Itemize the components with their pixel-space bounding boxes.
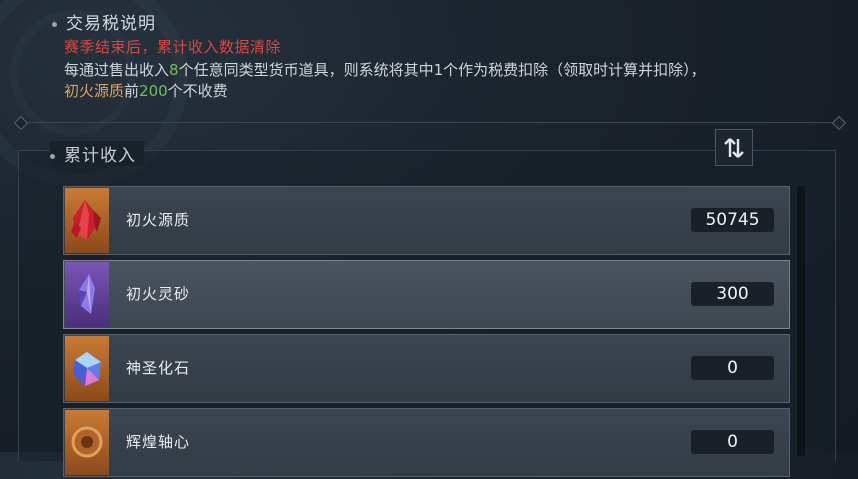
section-divider — [20, 122, 838, 123]
sort-toggle-button[interactable] — [715, 129, 753, 166]
exempt-count-number: 200 — [139, 82, 168, 100]
item-icon-frame — [65, 188, 109, 253]
item-income-value: 300 — [691, 282, 774, 306]
exempt-item-name: 初火源质 — [64, 82, 125, 100]
item-icon-frame — [65, 336, 109, 401]
purple-crystal-icon — [79, 274, 95, 314]
swap-arrows-icon — [724, 137, 744, 158]
item-icon-frame — [65, 410, 109, 475]
income-row-holy-fossil[interactable]: 神圣化石 0 — [63, 334, 790, 403]
income-row-initial-fire-sand[interactable]: 初火灵砂 300 — [63, 260, 790, 329]
bronze-axis-icon — [71, 426, 103, 458]
income-section-title: 累计收入 — [50, 141, 144, 166]
season-reset-warning: 赛季结束后，累计收入数据清除 — [64, 38, 282, 56]
income-row-glorious-axis[interactable]: 辉煌轴心 0 — [63, 408, 790, 477]
tax-rate-number: 8 — [169, 61, 179, 79]
tax-explanation-title: 交易税说明 — [52, 9, 156, 34]
red-crystal-icon — [71, 200, 101, 240]
divider-right-diamond-icon — [831, 115, 847, 131]
prism-stone-icon — [73, 352, 101, 386]
item-name: 神圣化石 — [126, 359, 191, 377]
item-income-value: 0 — [691, 430, 774, 454]
item-icon-frame — [65, 262, 109, 327]
item-name: 初火灵砂 — [126, 285, 191, 303]
item-name: 初火源质 — [126, 211, 191, 229]
item-income-value: 50745 — [691, 208, 774, 232]
tax-description: 每通过售出收入8个任意同类型货币道具，则系统将其中1个作为税费扣除（领取时计算并… — [64, 61, 706, 100]
item-income-value: 0 — [691, 356, 774, 380]
item-name: 辉煌轴心 — [126, 433, 191, 451]
income-row-initial-fire-essence[interactable]: 初火源质 50745 — [63, 186, 790, 255]
bullet-icon — [52, 21, 57, 27]
bullet-icon — [50, 153, 55, 159]
list-scrollbar[interactable] — [797, 186, 805, 456]
